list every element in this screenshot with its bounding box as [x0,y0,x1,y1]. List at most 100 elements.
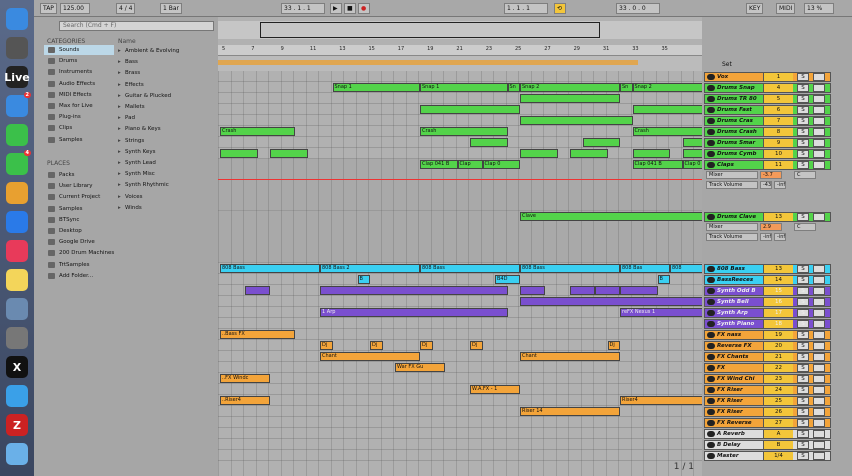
track-fold-icon[interactable] [707,118,715,124]
browser-item[interactable]: Synth Misc [116,169,216,180]
solo-button[interactable]: S [797,419,809,427]
category-audio-effects[interactable]: Audio Effects [44,79,114,89]
track-header[interactable]: FX Riser 24 S [704,385,831,395]
place-trtsamples[interactable]: TrtSamples [44,260,114,270]
arm-button[interactable] [813,353,825,361]
browser-item[interactable]: Strings [116,136,216,147]
solo-button[interactable]: S [797,298,809,306]
track-pan[interactable]: C [794,171,816,179]
track-lane[interactable] [218,318,702,329]
clip[interactable]: B [357,275,370,284]
clip[interactable] [682,149,702,158]
track-header[interactable]: FX Riser 26 S [704,407,831,417]
clip[interactable]: Clap 0 [682,160,702,169]
track-fold-icon[interactable] [707,74,715,80]
track-number[interactable]: 26 [763,408,793,416]
system-settings-icon[interactable] [6,327,28,349]
arm-button[interactable] [813,106,825,114]
clip[interactable]: B [657,275,670,284]
tempo-field[interactable]: 125.00 [60,3,90,14]
track-lane[interactable] [218,373,702,384]
clip[interactable]: Dj [607,341,620,350]
app-store-icon[interactable] [6,211,28,233]
arm-button[interactable] [813,408,825,416]
automation-value[interactable]: -inf [774,233,786,241]
arm-button[interactable] [813,386,825,394]
track-fold-icon[interactable] [707,107,715,113]
clip[interactable]: 808 Bass 2 [320,264,420,273]
solo-button[interactable]: S [797,287,809,295]
track-header[interactable]: B Delay B S [704,440,831,450]
track-number[interactable]: 10 [763,150,793,158]
category-drums[interactable]: Drums [44,56,114,66]
set-button[interactable]: Set [722,61,732,68]
track-lane[interactable] [218,450,702,461]
track-number[interactable]: 11 [763,161,793,169]
track-name[interactable]: FX [717,364,725,372]
track-header[interactable]: Drums Crash 8 S [704,127,831,137]
automation-select[interactable]: Track Volume [706,233,758,241]
track-header[interactable]: FX 22 S [704,363,831,373]
track-lane[interactable] [218,439,702,450]
loop-brace[interactable] [218,60,638,65]
clip[interactable]: Dj [470,341,483,350]
track-number[interactable]: 19 [763,331,793,339]
track-number[interactable]: B [763,441,793,449]
place-samples[interactable]: Samples [44,204,114,214]
track-number[interactable]: 18 [763,320,793,328]
track-name[interactable]: Drums Cymb [717,150,756,158]
browser-item[interactable]: Mallets [116,102,216,113]
track-number[interactable]: A [763,430,793,438]
track-header[interactable]: Reverse FX 20 S [704,341,831,351]
track-fold-icon[interactable] [707,453,715,459]
clip[interactable] [245,286,270,295]
clip[interactable]: Dj [420,341,433,350]
arm-button[interactable] [813,430,825,438]
solo-button[interactable]: S [797,309,809,317]
solo-button[interactable]: S [797,106,809,114]
track-number[interactable]: 9 [763,139,793,147]
track-lane[interactable] [218,137,702,148]
track-number[interactable]: 8 [763,128,793,136]
track-fold-icon[interactable] [707,431,715,437]
track-fold-icon[interactable] [707,321,715,327]
track-header[interactable]: Claps 11 S [704,160,831,170]
automation-value[interactable]: -inf [774,181,786,189]
track-number[interactable]: 1/4 [763,452,793,460]
clip[interactable]: Riser4 [620,396,702,405]
track-name[interactable]: Drums TR 80 [717,95,757,103]
clip[interactable] [520,149,558,158]
browser-item[interactable]: Voices [116,192,216,203]
track-name[interactable]: FX nass [717,331,741,339]
track-number[interactable]: 16 [763,298,793,306]
track-header[interactable]: Drums Fast 6 S [704,105,831,115]
track-header[interactable]: FX Wind Chi 23 S [704,374,831,384]
arm-button[interactable] [813,150,825,158]
arm-button[interactable] [813,320,825,328]
arm-button[interactable] [813,117,825,125]
track-fold-icon[interactable] [707,398,715,404]
place-packs[interactable]: Packs [44,170,114,180]
track-fold-icon[interactable] [707,409,715,415]
launchpad-icon[interactable] [6,37,28,59]
clip[interactable] [220,149,258,158]
track-header[interactable]: Drums Snap 4 S [704,83,831,93]
solo-button[interactable]: S [797,331,809,339]
arm-button[interactable] [813,342,825,350]
clip[interactable]: ..Bass FX [220,330,295,339]
track-number[interactable]: 24 [763,386,793,394]
filezilla-icon[interactable]: Z [6,414,28,436]
track-number[interactable]: 6 [763,106,793,114]
track-name[interactable]: Drums Clave [717,213,756,221]
arm-button[interactable] [813,287,825,295]
solo-button[interactable]: S [797,452,809,460]
arm-button[interactable] [813,441,825,449]
arm-button[interactable] [813,298,825,306]
track-fold-icon[interactable] [707,299,715,305]
track-name[interactable]: FX Wind Chi [717,375,754,383]
clip[interactable] [520,116,633,125]
clip[interactable] [320,286,508,295]
track-pan[interactable]: C [794,223,816,231]
arm-button[interactable] [813,128,825,136]
category-samples[interactable]: Samples [44,135,114,145]
